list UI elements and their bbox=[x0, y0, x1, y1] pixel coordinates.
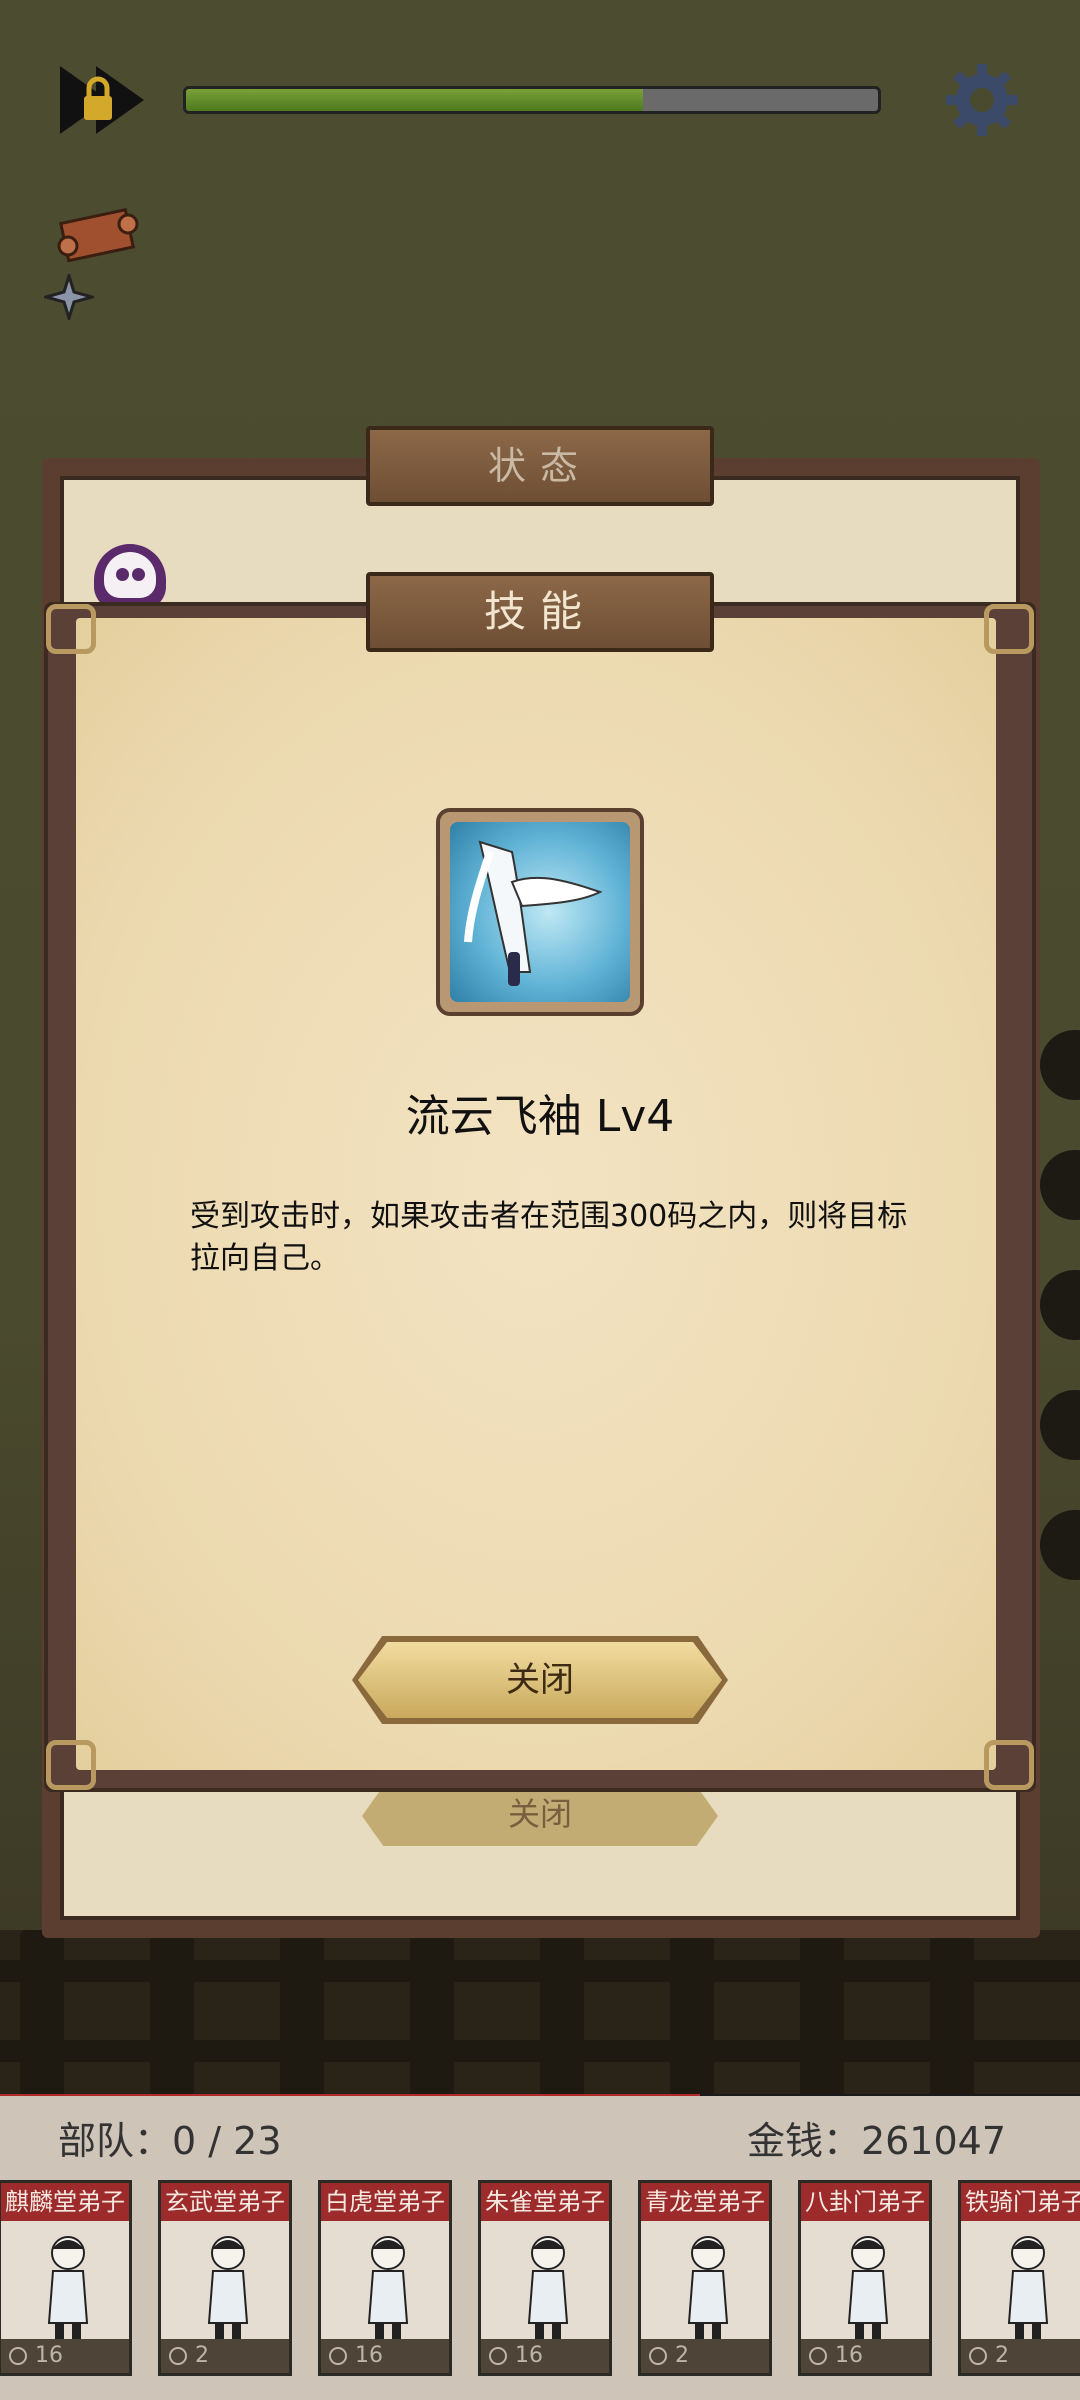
coin-icon bbox=[329, 2347, 347, 2365]
unit-card[interactable]: 朱雀堂弟子 16 bbox=[478, 2180, 612, 2376]
skull-icon bbox=[94, 544, 166, 610]
frame-corner-ornament bbox=[46, 1740, 96, 1790]
troop-count: 部队：0 / 23 bbox=[58, 2119, 282, 2163]
fence-post bbox=[800, 1930, 844, 2100]
coin-icon bbox=[969, 2347, 987, 2365]
unit-cost: 16 bbox=[481, 2339, 609, 2373]
unit-name: 铁骑门弟子 bbox=[961, 2183, 1080, 2221]
fence-post bbox=[930, 1930, 974, 2100]
fence-post bbox=[670, 1930, 714, 2100]
fence-post bbox=[20, 1930, 64, 2100]
fence-post bbox=[280, 1930, 324, 2100]
gear-icon[interactable] bbox=[944, 62, 1020, 138]
unit-name: 青龙堂弟子 bbox=[641, 2183, 769, 2221]
unit-name: 麒麟堂弟子 bbox=[1, 2183, 129, 2221]
skill-name: 流云飞袖 Lv4 bbox=[405, 1091, 675, 1142]
skill-description: 受到攻击时，如果攻击者在范围300码之内，则将目标拉向自己。 bbox=[190, 1199, 908, 1276]
status-panel-title: 状态 bbox=[366, 426, 714, 506]
unit-cost-value: 2 bbox=[675, 2343, 689, 2368]
money-count: 金钱：261047 bbox=[746, 2119, 1006, 2163]
scroll-icon[interactable] bbox=[54, 200, 142, 270]
unit-cost-value: 16 bbox=[515, 2343, 543, 2368]
skill-dialog-paper bbox=[76, 618, 996, 1770]
frame-corner-ornament bbox=[46, 604, 96, 654]
unit-cost-value: 16 bbox=[35, 2343, 63, 2368]
unit-card[interactable]: 八卦门弟子 16 bbox=[798, 2180, 932, 2376]
unit-name: 八卦门弟子 bbox=[801, 2183, 929, 2221]
frame-corner-ornament bbox=[984, 1740, 1034, 1790]
unit-card[interactable]: 白虎堂弟子 16 bbox=[318, 2180, 452, 2376]
unit-cost: 2 bbox=[641, 2339, 769, 2373]
unit-portrait bbox=[687, 2236, 729, 2339]
fence-post bbox=[150, 1930, 194, 2100]
coin-icon bbox=[9, 2347, 27, 2365]
unit-cost-value: 2 bbox=[195, 2343, 209, 2368]
fence-post bbox=[410, 1930, 454, 2100]
coin-icon bbox=[649, 2347, 667, 2365]
frame-corner-ornament bbox=[984, 604, 1034, 654]
unit-portrait bbox=[367, 2236, 409, 2339]
shuriken-icon[interactable] bbox=[44, 274, 94, 320]
unit-card[interactable]: 麒麟堂弟子 16 bbox=[0, 2180, 132, 2376]
status-close-button[interactable]: 关闭 bbox=[362, 1786, 718, 1846]
unit-cost: 2 bbox=[961, 2339, 1080, 2373]
unit-card[interactable]: 玄武堂弟子 2 bbox=[158, 2180, 292, 2376]
unit-card[interactable]: 青龙堂弟子 2 bbox=[638, 2180, 772, 2376]
unit-cost-value: 2 bbox=[995, 2343, 1009, 2368]
unit-cost: 16 bbox=[801, 2339, 929, 2373]
unit-name: 白虎堂弟子 bbox=[321, 2183, 449, 2221]
unit-cost: 16 bbox=[1, 2339, 129, 2373]
unit-portrait bbox=[47, 2236, 89, 2339]
unit-cost: 2 bbox=[161, 2339, 289, 2373]
unit-portrait bbox=[207, 2236, 249, 2339]
unit-name: 玄武堂弟子 bbox=[161, 2183, 289, 2221]
unit-portrait bbox=[1007, 2236, 1049, 2339]
skill-flowing-sleeve-icon bbox=[436, 808, 644, 1016]
coin-icon bbox=[489, 2347, 507, 2365]
coin-icon bbox=[809, 2347, 827, 2365]
lock-play-icon[interactable] bbox=[56, 62, 146, 138]
unit-cost-value: 16 bbox=[355, 2343, 383, 2368]
skill-dialog-title: 技能 bbox=[366, 572, 714, 652]
unit-portrait bbox=[527, 2236, 569, 2339]
unit-cost: 16 bbox=[321, 2339, 449, 2373]
coin-icon bbox=[169, 2347, 187, 2365]
level-progress-bar bbox=[183, 86, 881, 114]
close-button[interactable]: 关闭 bbox=[358, 1642, 722, 1718]
level-progress-fill bbox=[186, 89, 643, 111]
fence-post bbox=[540, 1930, 584, 2100]
unit-name: 朱雀堂弟子 bbox=[481, 2183, 609, 2221]
unit-portrait bbox=[847, 2236, 889, 2339]
unit-card[interactable]: 铁骑门弟子 2 bbox=[958, 2180, 1080, 2376]
unit-cost-value: 16 bbox=[835, 2343, 863, 2368]
